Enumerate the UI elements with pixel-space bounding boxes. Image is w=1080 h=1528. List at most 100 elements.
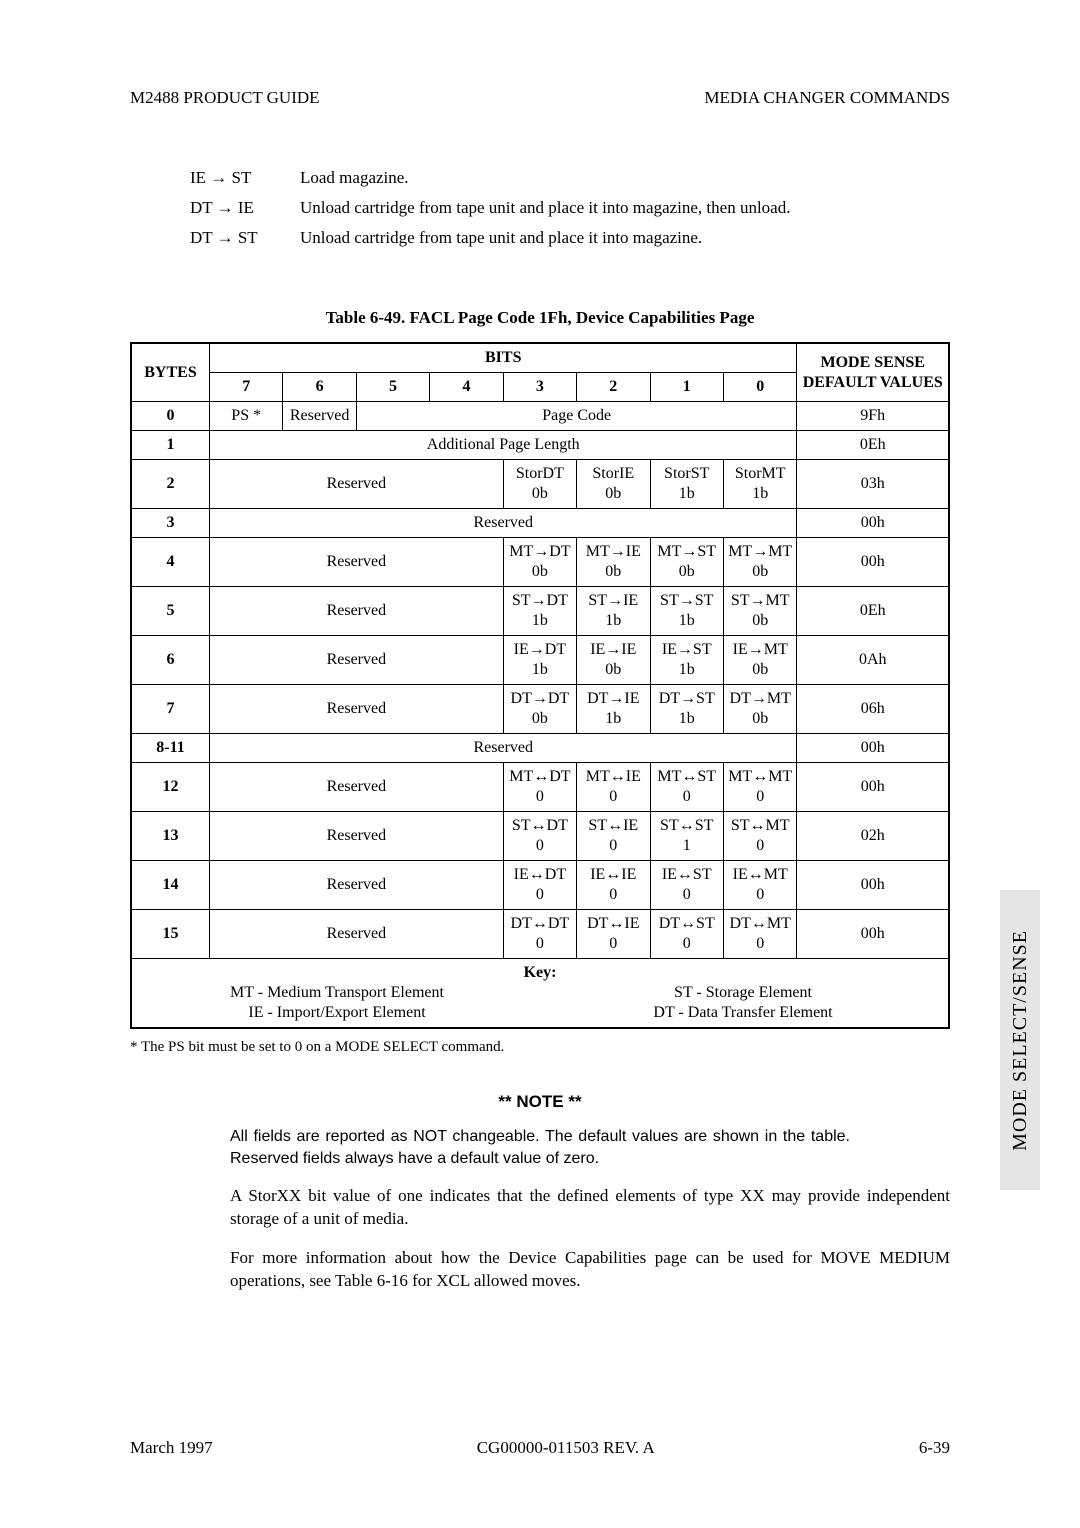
def-desc: Unload cartridge from tape unit and plac… bbox=[300, 198, 790, 218]
cell: DT↔IE0 bbox=[577, 910, 650, 959]
def-term: IE → ST bbox=[190, 168, 300, 188]
cell-default: 0Ah bbox=[797, 636, 949, 685]
byte-index: 6 bbox=[131, 636, 209, 685]
cell-reserved: Reserved bbox=[209, 509, 797, 538]
byte-index: 1 bbox=[131, 431, 209, 460]
def-desc: Unload cartridge from tape unit and plac… bbox=[300, 228, 702, 248]
cell: MT→DT0b bbox=[503, 538, 576, 587]
cell: MT↔DT0 bbox=[503, 763, 576, 812]
table-row: 2 Reserved StorDT0b StorIE0b StorST1b St… bbox=[131, 460, 949, 509]
footer-left: March 1997 bbox=[130, 1438, 213, 1458]
cell-default: 00h bbox=[797, 763, 949, 812]
cell-reserved: Reserved bbox=[209, 587, 503, 636]
byte-index: 2 bbox=[131, 460, 209, 509]
cell: IE→ST1b bbox=[650, 636, 723, 685]
def-term: DT → IE bbox=[190, 198, 300, 218]
def-desc: Load magazine. bbox=[300, 168, 409, 188]
cell-default: 9Fh bbox=[797, 402, 949, 431]
def-term: DT → ST bbox=[190, 228, 300, 248]
cell: ST→ST1b bbox=[650, 587, 723, 636]
cell: StorMT1b bbox=[723, 460, 797, 509]
header-right: MEDIA CHANGER COMMANDS bbox=[704, 88, 950, 108]
cell-reserved: Reserved bbox=[209, 636, 503, 685]
cell-ps: PS * bbox=[209, 402, 282, 431]
cell: ST→MT0b bbox=[723, 587, 797, 636]
cell: MT↔IE0 bbox=[577, 763, 650, 812]
byte-index: 15 bbox=[131, 910, 209, 959]
cell-default: 00h bbox=[797, 861, 949, 910]
cell: IE→IE0b bbox=[577, 636, 650, 685]
cell-default: 00h bbox=[797, 538, 949, 587]
cell: DT→DT0b bbox=[503, 685, 576, 734]
def-row: DT → ST Unload cartridge from tape unit … bbox=[190, 228, 950, 248]
cell-page-code: Page Code bbox=[356, 402, 797, 431]
cell-reserved: Reserved bbox=[209, 538, 503, 587]
key-dt: DT - Data Transfer Element bbox=[540, 1003, 946, 1023]
cell: MT→ST0b bbox=[650, 538, 723, 587]
key-ie: IE - Import/Export Element bbox=[134, 1003, 540, 1023]
cell-default: 03h bbox=[797, 460, 949, 509]
byte-index: 4 bbox=[131, 538, 209, 587]
cell-reserved: Reserved bbox=[209, 910, 503, 959]
table-row: BYTES BITS MODE SENSE DEFAULT VALUES bbox=[131, 343, 949, 373]
cell-reserved: Reserved bbox=[209, 812, 503, 861]
cell-reserved: Reserved bbox=[209, 763, 503, 812]
page-footer: March 1997 CG00000-011503 REV. A 6-39 bbox=[130, 1438, 950, 1458]
key-st: ST - Storage Element bbox=[540, 983, 946, 1003]
cell-default: 0Eh bbox=[797, 587, 949, 636]
table-row: 1 Additional Page Length 0Eh bbox=[131, 431, 949, 460]
key-cell: Key: MT - Medium Transport Element IE - … bbox=[131, 959, 949, 1029]
bit-col-1: 1 bbox=[650, 373, 723, 402]
cell: StorDT0b bbox=[503, 460, 576, 509]
cell: MT↔ST0 bbox=[650, 763, 723, 812]
cell-default: 02h bbox=[797, 812, 949, 861]
def-row: DT → IE Unload cartridge from tape unit … bbox=[190, 198, 950, 218]
table-row: 13 Reserved ST↔DT0 ST↔IE0 ST↔ST1 ST↔MT0 … bbox=[131, 812, 949, 861]
cell-apl: Additional Page Length bbox=[209, 431, 797, 460]
key-mt: MT - Medium Transport Element bbox=[134, 983, 540, 1003]
cell: DT↔DT0 bbox=[503, 910, 576, 959]
table-row: 8-11 Reserved 00h bbox=[131, 734, 949, 763]
bit-col-6: 6 bbox=[283, 373, 356, 402]
cell-default: 00h bbox=[797, 734, 949, 763]
cell: ST↔DT0 bbox=[503, 812, 576, 861]
definition-list: IE → ST Load magazine. DT → IE Unload ca… bbox=[190, 168, 950, 248]
cell: MT→IE0b bbox=[577, 538, 650, 587]
footer-center: CG00000-011503 REV. A bbox=[477, 1438, 655, 1458]
byte-index: 13 bbox=[131, 812, 209, 861]
cell: IE↔IE0 bbox=[577, 861, 650, 910]
table-row: 0 PS * Reserved Page Code 9Fh bbox=[131, 402, 949, 431]
footer-right: 6-39 bbox=[919, 1438, 950, 1458]
table-caption: Table 6-49. FACL Page Code 1Fh, Device C… bbox=[130, 308, 950, 328]
byte-index: 3 bbox=[131, 509, 209, 538]
cell: DT→MT0b bbox=[723, 685, 797, 734]
byte-index: 12 bbox=[131, 763, 209, 812]
cell-reserved: Reserved bbox=[283, 402, 356, 431]
bit-col-5: 5 bbox=[356, 373, 429, 402]
byte-index: 5 bbox=[131, 587, 209, 636]
cell: StorIE0b bbox=[577, 460, 650, 509]
byte-index: 14 bbox=[131, 861, 209, 910]
facl-table: BYTES BITS MODE SENSE DEFAULT VALUES 7 6… bbox=[130, 342, 950, 1029]
byte-index: 7 bbox=[131, 685, 209, 734]
cell-default: 0Eh bbox=[797, 431, 949, 460]
cell: ST↔IE0 bbox=[577, 812, 650, 861]
cell: DT↔ST0 bbox=[650, 910, 723, 959]
bits-header: BITS bbox=[209, 343, 797, 373]
cell-default: 06h bbox=[797, 685, 949, 734]
bytes-header: BYTES bbox=[131, 343, 209, 402]
table-row: 5 Reserved ST→DT1b ST→IE1b ST→ST1b ST→MT… bbox=[131, 587, 949, 636]
page-content: M2488 PRODUCT GUIDE MEDIA CHANGER COMMAN… bbox=[0, 0, 1080, 1353]
cell-reserved: Reserved bbox=[209, 460, 503, 509]
cell: IE↔MT0 bbox=[723, 861, 797, 910]
cell: MT→MT0b bbox=[723, 538, 797, 587]
paragraph: For more information about how the Devic… bbox=[230, 1247, 950, 1293]
table-row: 12 Reserved MT↔DT0 MT↔IE0 MT↔ST0 MT↔MT0 … bbox=[131, 763, 949, 812]
bit-col-7: 7 bbox=[209, 373, 282, 402]
cell-reserved: Reserved bbox=[209, 861, 503, 910]
cell-reserved: Reserved bbox=[209, 685, 503, 734]
bit-col-3: 3 bbox=[503, 373, 576, 402]
paragraph: A StorXX bit value of one indicates that… bbox=[230, 1185, 950, 1231]
key-label: Key: bbox=[524, 964, 557, 981]
cell: IE↔DT0 bbox=[503, 861, 576, 910]
